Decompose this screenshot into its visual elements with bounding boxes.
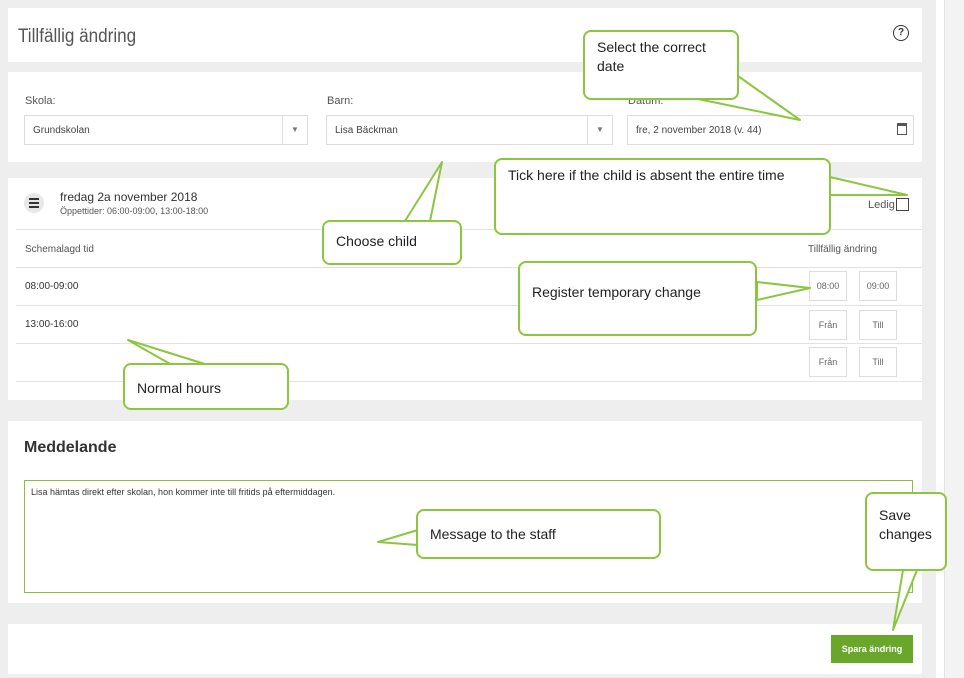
school-value: Grundskolan [33, 125, 90, 136]
from-input[interactable]: Från [809, 347, 847, 377]
from-input[interactable]: Från [809, 310, 847, 340]
chevron-down-icon: ▼ [282, 116, 307, 144]
page-title: Tillfällig ändring [18, 26, 137, 47]
to-input[interactable]: Till [859, 310, 897, 340]
chevron-down-icon: ▼ [587, 116, 612, 144]
scheduled-time: 13:00-16:00 [25, 319, 79, 330]
scheduled-time: 08:00-09:00 [25, 281, 79, 292]
date-callout: Select the correct date [583, 30, 739, 100]
ledig-label: Ledig [868, 199, 895, 211]
divider [16, 305, 922, 306]
from-input[interactable]: 08:00 [809, 271, 847, 301]
school-label: Skola: [25, 95, 56, 107]
child-label: Barn: [327, 95, 354, 107]
message-text: Lisa hämtas direkt efter skolan, hon kom… [31, 487, 336, 497]
date-value: fre, 2 november 2018 (v. 44) [636, 125, 762, 136]
child-select[interactable]: Lisa Bäckman ▼ [326, 115, 613, 145]
scrollbar[interactable] [944, 0, 964, 678]
message-callout: Message to the staff [416, 509, 661, 559]
footer-panel [8, 624, 922, 674]
to-input[interactable]: Till [859, 347, 897, 377]
save-button[interactable]: Spara ändring [831, 635, 913, 663]
absent-checkbox[interactable] [896, 198, 909, 211]
save-callout: Save changes [865, 492, 947, 571]
schedule-icon [24, 193, 44, 213]
day-title: fredag 2a november 2018 [60, 190, 198, 204]
child-callout: Choose child [322, 220, 462, 265]
change-header: Tillfällig ändring [808, 244, 878, 255]
calendar-icon[interactable] [897, 123, 907, 135]
change-callout: Register temporary change [518, 261, 757, 336]
header-panel [8, 8, 922, 62]
date-picker[interactable]: fre, 2 november 2018 (v. 44) [627, 115, 914, 145]
to-input[interactable]: 09:00 [859, 271, 897, 301]
scheduled-header: Schemalagd tid [25, 244, 94, 255]
normal-callout: Normal hours [123, 363, 289, 410]
school-select[interactable]: Grundskolan ▼ [24, 115, 308, 145]
absent-callout: Tick here if the child is absent the ent… [494, 158, 831, 235]
help-icon[interactable]: ? [893, 25, 909, 41]
message-title: Meddelande [24, 439, 117, 456]
child-value: Lisa Bäckman [335, 125, 398, 136]
divider [16, 267, 922, 268]
opening-hours: Öppettider: 06:00-09:00, 13:00-18:00 [60, 206, 209, 216]
divider [16, 343, 922, 344]
